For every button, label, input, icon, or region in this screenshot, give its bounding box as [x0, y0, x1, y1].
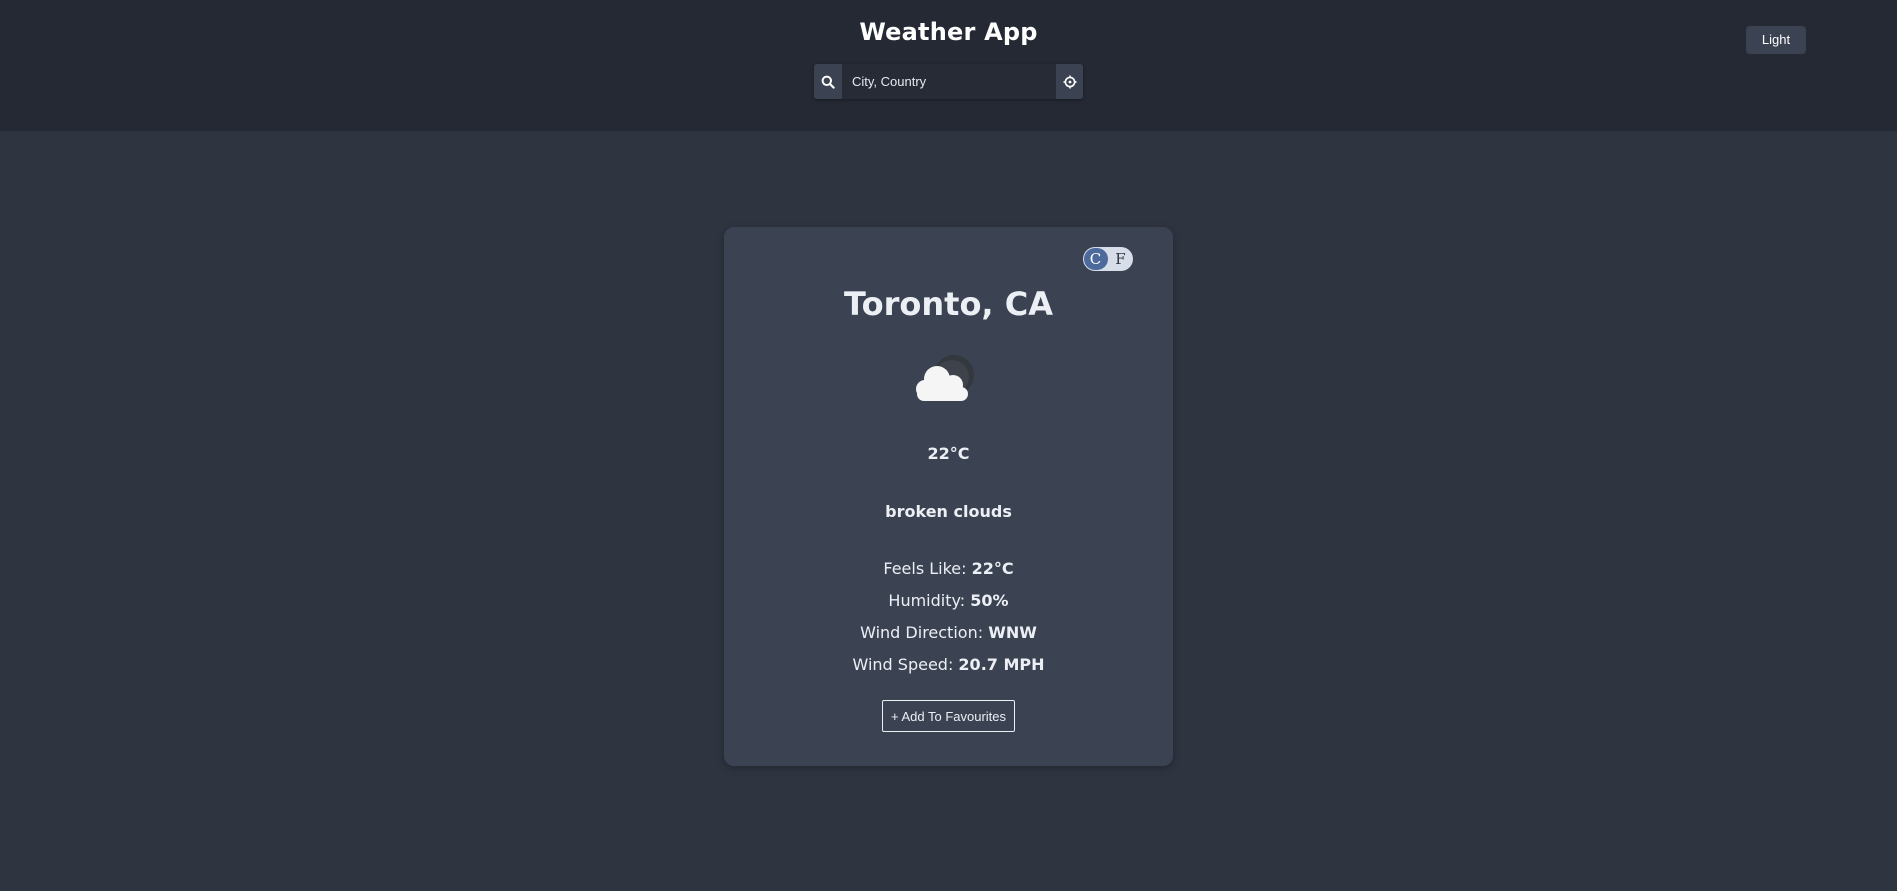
detail-value: 22°C	[971, 559, 1014, 578]
location-name: Toronto, CA	[844, 285, 1053, 323]
add-to-favourites-button[interactable]: + Add To Favourites	[882, 700, 1015, 732]
app-header: Weather App Light	[0, 0, 1897, 131]
unit-fahrenheit-label: F	[1115, 250, 1126, 268]
detail-label: Wind Direction:	[860, 623, 989, 642]
detail-wind-speed: Wind Speed: 20.7 MPH	[724, 649, 1173, 681]
unit-celsius-label: C	[1089, 250, 1102, 268]
detail-feels-like: Feels Like: 22°C	[724, 553, 1173, 585]
search-input[interactable]	[842, 64, 1056, 99]
theme-toggle-button[interactable]: Light	[1746, 26, 1806, 54]
broken-clouds-icon	[916, 355, 974, 401]
detail-wind-direction: Wind Direction: WNW	[724, 617, 1173, 649]
search-bar	[814, 64, 1083, 99]
weather-details: Feels Like: 22°C Humidity: 50% Wind Dire…	[724, 553, 1173, 681]
search-button[interactable]	[814, 64, 842, 99]
detail-value: WNW	[988, 623, 1037, 642]
detail-value: 50%	[970, 591, 1009, 610]
current-temperature: 22°C	[927, 444, 970, 463]
unit-toggle[interactable]: C F	[1083, 247, 1133, 271]
detail-humidity: Humidity: 50%	[724, 585, 1173, 617]
detail-label: Feels Like:	[883, 559, 972, 578]
weather-description: broken clouds	[885, 502, 1012, 521]
detail-value: 20.7 MPH	[958, 655, 1045, 674]
search-icon	[821, 75, 835, 89]
detail-label: Humidity:	[888, 591, 971, 610]
locate-button[interactable]	[1056, 64, 1083, 99]
weather-card: C F Toronto, CA 22°C broken clouds Feels…	[724, 227, 1173, 766]
detail-label: Wind Speed:	[852, 655, 959, 674]
crosshair-icon	[1063, 75, 1076, 88]
app-title: Weather App	[859, 18, 1038, 46]
